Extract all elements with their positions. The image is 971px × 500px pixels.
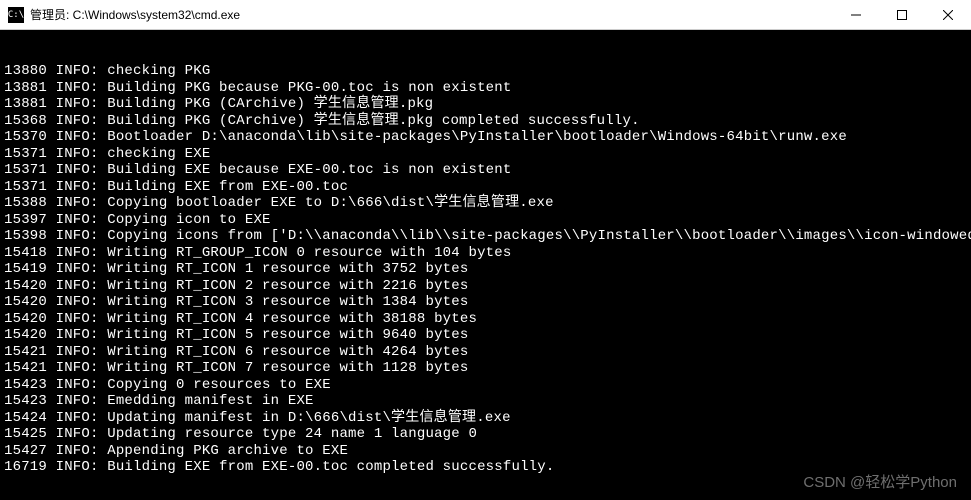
output-line: 13881 INFO: Building PKG (CArchive) 学生信息… xyxy=(4,96,967,113)
output-line: 15397 INFO: Copying icon to EXE xyxy=(4,212,967,229)
output-line: 15418 INFO: Writing RT_GROUP_ICON 0 reso… xyxy=(4,245,967,262)
output-line: 16719 INFO: Building EXE from EXE-00.toc… xyxy=(4,459,967,476)
output-line: 15419 INFO: Writing RT_ICON 1 resource w… xyxy=(4,261,967,278)
output-line: 15398 INFO: Copying icons from ['D:\\ana… xyxy=(4,228,967,245)
output-line: 15371 INFO: Building EXE because EXE-00.… xyxy=(4,162,967,179)
output-line: 15370 INFO: Bootloader D:\anaconda\lib\s… xyxy=(4,129,967,146)
window-title-bar: C:\ 管理员: C:\Windows\system32\cmd.exe xyxy=(0,0,971,30)
output-line: 15388 INFO: Copying bootloader EXE to D:… xyxy=(4,195,967,212)
output-line: 15423 INFO: Copying 0 resources to EXE xyxy=(4,377,967,394)
output-line: 13881 INFO: Building PKG because PKG-00.… xyxy=(4,80,967,97)
output-line: 15425 INFO: Updating resource type 24 na… xyxy=(4,426,967,443)
output-line: 15420 INFO: Writing RT_ICON 2 resource w… xyxy=(4,278,967,295)
output-line: 15421 INFO: Writing RT_ICON 6 resource w… xyxy=(4,344,967,361)
output-line: 15368 INFO: Building PKG (CArchive) 学生信息… xyxy=(4,113,967,130)
close-button[interactable] xyxy=(925,0,971,29)
output-line: 15420 INFO: Writing RT_ICON 4 resource w… xyxy=(4,311,967,328)
output-line xyxy=(4,476,967,493)
close-icon xyxy=(943,10,953,20)
minimize-button[interactable] xyxy=(833,0,879,29)
window-controls xyxy=(833,0,971,29)
output-line: 15423 INFO: Emedding manifest in EXE xyxy=(4,393,967,410)
output-line: 15427 INFO: Appending PKG archive to EXE xyxy=(4,443,967,460)
window-title: 管理员: C:\Windows\system32\cmd.exe xyxy=(30,6,833,23)
terminal-output[interactable]: 13880 INFO: checking PKG13881 INFO: Buil… xyxy=(0,30,971,500)
maximize-button[interactable] xyxy=(879,0,925,29)
maximize-icon xyxy=(897,10,907,20)
minimize-icon xyxy=(851,10,861,20)
output-line: 15421 INFO: Writing RT_ICON 7 resource w… xyxy=(4,360,967,377)
output-line: 15424 INFO: Updating manifest in D:\666\… xyxy=(4,410,967,427)
output-line: 15420 INFO: Writing RT_ICON 5 resource w… xyxy=(4,327,967,344)
output-line: 15420 INFO: Writing RT_ICON 3 resource w… xyxy=(4,294,967,311)
cmd-icon: C:\ xyxy=(8,7,24,23)
output-line: 15371 INFO: checking EXE xyxy=(4,146,967,163)
output-line: 15371 INFO: Building EXE from EXE-00.toc xyxy=(4,179,967,196)
output-line: 13880 INFO: checking PKG xyxy=(4,63,967,80)
